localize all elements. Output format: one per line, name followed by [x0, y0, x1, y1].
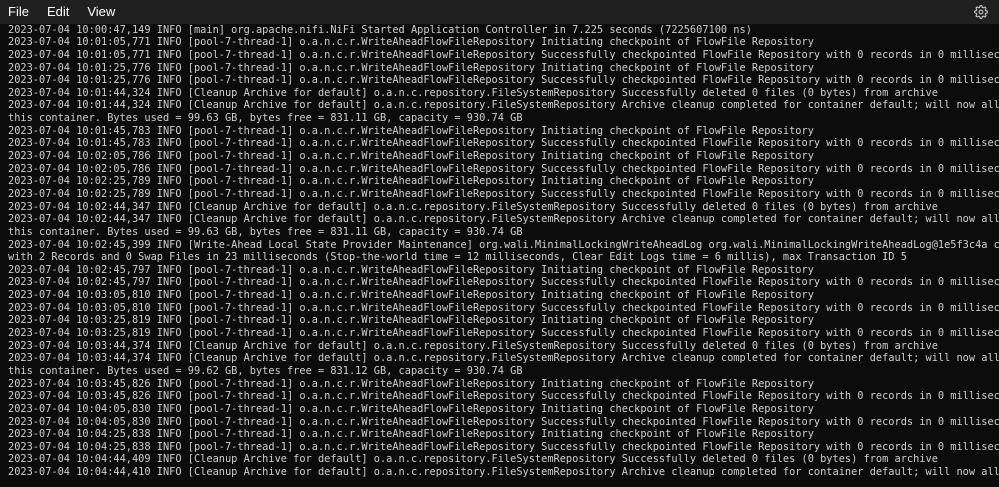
log-line: 2023-07-04 10:02:45,399 INFO [Write-Ahea… — [8, 238, 999, 251]
log-line: this container. Bytes used = 99.62 GB, b… — [8, 364, 523, 377]
log-line: 2023-07-04 10:02:05,786 INFO [pool-7-thr… — [8, 162, 999, 175]
log-line: 2023-07-04 10:02:45,797 INFO [pool-7-thr… — [8, 263, 814, 276]
log-line: 2023-07-04 10:01:44,324 INFO [Cleanup Ar… — [8, 99, 999, 112]
log-line: this container. Bytes used = 99.63 GB, b… — [8, 112, 523, 125]
log-line: with 2 Records and 0 Swap Files in 23 mi… — [8, 251, 907, 264]
log-line: 2023-07-04 10:03:45,826 INFO [pool-7-thr… — [8, 390, 999, 403]
log-line: 2023-07-04 10:04:05,830 INFO [pool-7-thr… — [8, 415, 999, 428]
log-line: 2023-07-04 10:01:05,771 INFO [pool-7-thr… — [8, 36, 814, 49]
log-line: 2023-07-04 10:00:47,149 INFO [main] org.… — [8, 23, 752, 36]
log-line: 2023-07-04 10:03:25,819 INFO [pool-7-thr… — [8, 327, 999, 340]
log-line: 2023-07-04 10:04:05,830 INFO [pool-7-thr… — [8, 402, 814, 415]
log-line: 2023-07-04 10:02:45,797 INFO [pool-7-thr… — [8, 276, 999, 289]
log-line: 2023-07-04 10:01:25,776 INFO [pool-7-thr… — [8, 74, 999, 87]
log-line: 2023-07-04 10:03:05,810 INFO [pool-7-thr… — [8, 301, 999, 314]
log-line: 2023-07-04 10:01:44,324 INFO [Cleanup Ar… — [8, 86, 938, 99]
log-line: 2023-07-04 10:03:05,810 INFO [pool-7-thr… — [8, 289, 814, 302]
menu-file[interactable]: File — [0, 0, 38, 24]
log-line: 2023-07-04 10:01:45,783 INFO [pool-7-thr… — [8, 124, 814, 137]
log-viewer-window: 2023-07-04 10:00:47,149 INFO [main] org.… — [0, 0, 999, 487]
menu-bar: File Edit View — [0, 0, 999, 24]
log-line: 2023-07-04 10:03:45,826 INFO [pool-7-thr… — [8, 377, 814, 390]
menu-view[interactable]: View — [78, 0, 124, 24]
log-line: 2023-07-04 10:04:44,410 INFO [Cleanup Ar… — [8, 466, 999, 479]
log-line: 2023-07-04 10:01:05,771 INFO [pool-7-thr… — [8, 48, 999, 61]
log-line: 2023-07-04 10:02:05,786 INFO [pool-7-thr… — [8, 150, 814, 163]
gear-icon[interactable] — [972, 3, 990, 21]
log-line: 2023-07-04 10:02:44,347 INFO [Cleanup Ar… — [8, 213, 999, 226]
log-line: this container. Bytes used = 99.63 GB, b… — [8, 225, 523, 238]
log-output[interactable]: 2023-07-04 10:00:47,149 INFO [main] org.… — [0, 11, 999, 487]
menu-edit[interactable]: Edit — [38, 0, 78, 24]
log-line: 2023-07-04 10:01:45,783 INFO [pool-7-thr… — [8, 137, 999, 150]
log-line: 2023-07-04 10:04:25,838 INFO [pool-7-thr… — [8, 428, 814, 441]
log-line: 2023-07-04 10:03:44,374 INFO [Cleanup Ar… — [8, 352, 999, 365]
log-line: 2023-07-04 10:02:25,789 INFO [pool-7-thr… — [8, 187, 999, 200]
log-line: 2023-07-04 10:03:44,374 INFO [Cleanup Ar… — [8, 339, 938, 352]
log-line: 2023-07-04 10:02:44,347 INFO [Cleanup Ar… — [8, 200, 938, 213]
log-line: 2023-07-04 10:04:25,838 INFO [pool-7-thr… — [8, 440, 999, 453]
log-line: 2023-07-04 10:04:44,409 INFO [Cleanup Ar… — [8, 453, 938, 466]
log-line: 2023-07-04 10:02:25,789 INFO [pool-7-thr… — [8, 175, 814, 188]
log-line: 2023-07-04 10:03:25,819 INFO [pool-7-thr… — [8, 314, 814, 327]
log-line: 2023-07-04 10:01:25,776 INFO [pool-7-thr… — [8, 61, 814, 74]
